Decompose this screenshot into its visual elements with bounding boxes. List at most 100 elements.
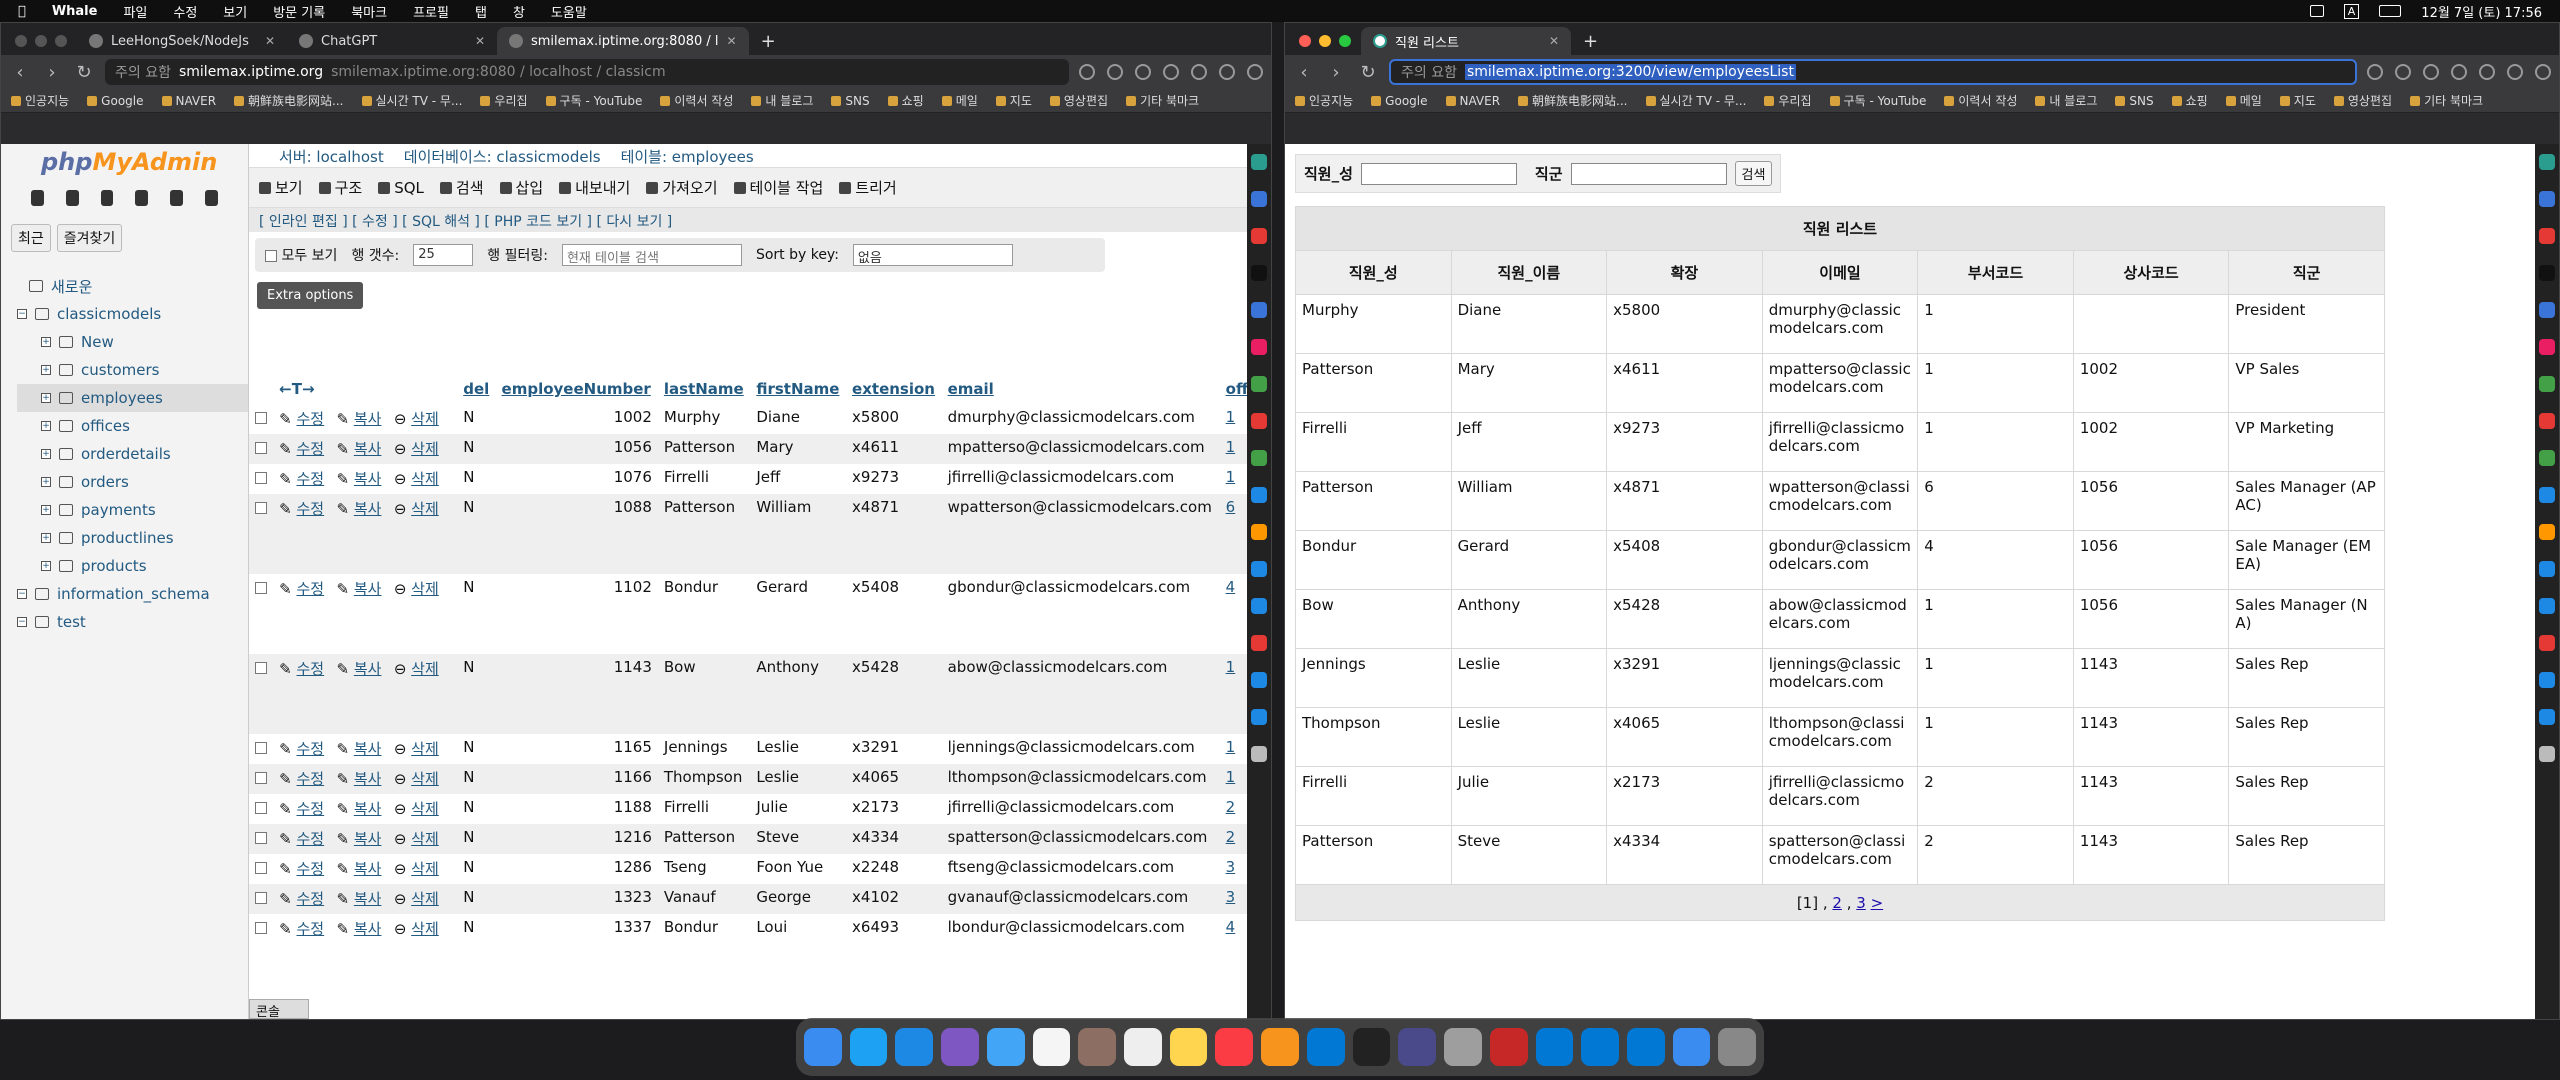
extension-icon[interactable] bbox=[1163, 64, 1179, 80]
menu-item[interactable]: 창 bbox=[513, 2, 525, 21]
row-action-delete[interactable]: ⊖ 삭제 bbox=[387, 494, 446, 574]
job-input[interactable] bbox=[1570, 162, 1727, 185]
row-action-edit[interactable]: ✎ 수정 bbox=[273, 914, 331, 944]
row-action-label[interactable]: 복사 bbox=[354, 410, 382, 428]
expand-toggle-icon[interactable]: + bbox=[41, 337, 51, 347]
sidebar-app-icon[interactable] bbox=[1251, 635, 1267, 651]
row-checkbox[interactable] bbox=[255, 861, 267, 874]
bookmark-item[interactable]: 내 블로그 bbox=[2035, 92, 2097, 109]
menu-item[interactable]: 프로필 bbox=[413, 2, 449, 21]
sidebar-app-icon[interactable] bbox=[1251, 709, 1267, 725]
row-action-copy[interactable]: ✎ 복사 bbox=[330, 574, 388, 654]
browser-tab[interactable]: ChatGPT ✕ bbox=[287, 27, 497, 55]
pma-tab[interactable]: 삽입 bbox=[499, 177, 543, 198]
column-header-firstName[interactable]: firstName bbox=[750, 374, 846, 404]
row-action-edit[interactable]: ✎ 수정 bbox=[273, 884, 331, 914]
row-action-label[interactable]: 복사 bbox=[354, 500, 382, 518]
row-action-copy[interactable]: ✎ 복사 bbox=[330, 434, 388, 464]
row-action-copy[interactable]: ✎ 복사 bbox=[330, 494, 388, 574]
dock-app-icon[interactable] bbox=[986, 1028, 1025, 1066]
row-action-edit[interactable]: ✎ 수정 bbox=[273, 764, 331, 794]
sidebar-app-icon[interactable] bbox=[1251, 672, 1267, 688]
settings-icon[interactable] bbox=[170, 190, 184, 206]
tree-node-offices[interactable]: + offices bbox=[17, 412, 248, 440]
row-action-delete[interactable]: ⊖ 삭제 bbox=[387, 764, 446, 794]
zoom-icon[interactable] bbox=[55, 35, 67, 47]
bookmark-item[interactable]: 인공지능 bbox=[11, 92, 69, 109]
column-header-del[interactable]: del bbox=[457, 374, 495, 404]
row-action-label[interactable]: 삭제 bbox=[411, 920, 439, 938]
row-checkbox[interactable] bbox=[255, 921, 267, 934]
logout-icon[interactable] bbox=[65, 190, 79, 206]
row-action-edit[interactable]: ✎ 수정 bbox=[273, 404, 331, 434]
bookmark-item[interactable]: 기타 북마크 bbox=[2410, 92, 2483, 109]
dock-app-icon[interactable] bbox=[1398, 1028, 1437, 1066]
sidebar-app-icon[interactable] bbox=[2539, 598, 2555, 614]
row-action-label[interactable]: 수정 bbox=[297, 580, 325, 598]
sidebar-app-icon[interactable] bbox=[2539, 746, 2555, 762]
download-icon[interactable] bbox=[1219, 64, 1235, 80]
row-action-edit[interactable]: ✎ 수정 bbox=[273, 794, 331, 824]
office-cell-value[interactable]: 1 bbox=[1226, 768, 1236, 786]
expand-toggle-icon[interactable]: + bbox=[41, 365, 51, 375]
close-tab-icon[interactable]: ✕ bbox=[475, 34, 485, 48]
sidebar-app-icon[interactable] bbox=[2539, 228, 2555, 244]
office-cell-value[interactable]: 3 bbox=[1226, 858, 1236, 876]
breadcrumb-database[interactable]: 데이터베이스: classicmodels bbox=[404, 146, 601, 167]
pma-tab[interactable]: 테이블 작업 bbox=[733, 177, 823, 198]
close-icon[interactable] bbox=[15, 35, 27, 47]
office-cell-value[interactable]: 6 bbox=[1226, 498, 1236, 516]
row-action-delete[interactable]: ⊖ 삭제 bbox=[387, 794, 446, 824]
sidebar-app-icon[interactable] bbox=[2539, 450, 2555, 466]
sidebar-app-icon[interactable] bbox=[1251, 746, 1267, 762]
close-icon[interactable] bbox=[1299, 35, 1311, 47]
row-action-label[interactable]: 삭제 bbox=[411, 740, 439, 758]
extension-icon[interactable] bbox=[1107, 64, 1123, 80]
row-action-delete[interactable]: ⊖ 삭제 bbox=[387, 434, 446, 464]
row-action-label[interactable]: 삭제 bbox=[411, 660, 439, 678]
expand-toggle-icon[interactable]: + bbox=[41, 477, 51, 487]
sidebar-app-icon[interactable] bbox=[2539, 413, 2555, 429]
tree-node-test[interactable]: − test bbox=[17, 608, 248, 636]
office-cell[interactable]: 1 bbox=[1219, 434, 1247, 464]
row-action-delete[interactable]: ⊖ 삭제 bbox=[387, 654, 446, 734]
reload-icon[interactable]: ↻ bbox=[73, 62, 95, 83]
row-action-label[interactable]: 복사 bbox=[354, 580, 382, 598]
dock-app-icon[interactable] bbox=[1626, 1028, 1665, 1066]
tree-node-payments[interactable]: + payments bbox=[17, 496, 248, 524]
office-cell-value[interactable]: 2 bbox=[1226, 798, 1236, 816]
bookmark-item[interactable]: Google bbox=[1371, 94, 1428, 108]
bookmark-item[interactable]: 영상편집 bbox=[2333, 92, 2392, 109]
extension-icon[interactable] bbox=[2451, 64, 2467, 80]
row-action-label[interactable]: 복사 bbox=[354, 470, 382, 488]
office-cell[interactable]: 3 bbox=[1219, 884, 1247, 914]
expand-toggle-icon[interactable]: − bbox=[17, 617, 27, 627]
office-cell-value[interactable]: 4 bbox=[1226, 578, 1236, 596]
bookmark-item[interactable]: 쇼핑 bbox=[887, 92, 924, 109]
row-action-delete[interactable]: ⊖ 삭제 bbox=[387, 464, 446, 494]
browser-tab[interactable]: smilemax.iptime.org:8080 / l ✕ bbox=[497, 27, 749, 55]
bookmark-item[interactable]: SNS bbox=[831, 94, 870, 108]
row-action-label[interactable]: 삭제 bbox=[411, 800, 439, 818]
dock-app-icon[interactable] bbox=[1718, 1028, 1757, 1066]
help-icon[interactable] bbox=[100, 190, 114, 206]
menu-item[interactable]: 수정 bbox=[173, 2, 197, 21]
favorites-tab[interactable]: 즐겨찾기 bbox=[56, 224, 123, 252]
row-checkbox[interactable] bbox=[255, 831, 267, 844]
row-action-label[interactable]: 복사 bbox=[354, 890, 382, 908]
bookmark-item[interactable]: 우리집 bbox=[480, 92, 528, 109]
menu-item[interactable]: 방문 기록 bbox=[273, 2, 325, 21]
row-action-copy[interactable]: ✎ 복사 bbox=[330, 914, 388, 944]
recent-tab[interactable]: 최근 bbox=[11, 224, 51, 252]
reload-icon[interactable]: ↻ bbox=[1357, 62, 1379, 83]
row-action-label[interactable]: 수정 bbox=[297, 660, 325, 678]
row-action-edit[interactable]: ✎ 수정 bbox=[273, 494, 331, 574]
row-action-label[interactable]: 삭제 bbox=[411, 830, 439, 848]
close-tab-icon[interactable]: ✕ bbox=[265, 34, 275, 48]
bookmark-item[interactable]: 인공지능 bbox=[1295, 92, 1353, 109]
tree-node-New[interactable]: + New bbox=[17, 328, 248, 356]
sidebar-app-icon[interactable] bbox=[2539, 265, 2555, 281]
office-cell[interactable]: 4 bbox=[1219, 914, 1247, 944]
sidebar-app-icon[interactable] bbox=[2539, 709, 2555, 725]
filter-input[interactable]: 현재 테이블 검색 bbox=[561, 244, 742, 266]
